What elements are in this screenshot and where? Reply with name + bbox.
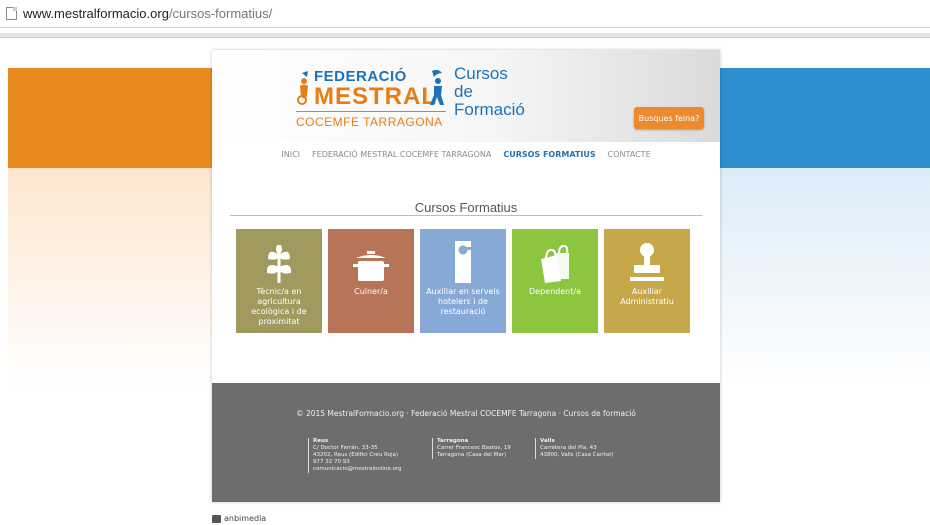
course-tile-hotelers[interactable]: Auxiliar en serveis hotelers i de restau… xyxy=(420,229,506,333)
orange-band-fade xyxy=(8,168,213,388)
course-tile-cuiner[interactable]: Cuiner/a xyxy=(328,229,414,333)
course-tile-dependent[interactable]: Dependent/a xyxy=(512,229,598,333)
course-label: Tècnic/a en agricultura ecològica i de p… xyxy=(251,287,307,326)
blue-band xyxy=(720,68,930,168)
logo[interactable]: FEDERACIÓ MESTRAL COCEMFE TARRAGONA Curs… xyxy=(294,63,525,133)
main-nav: INICI FEDERACIÓ MESTRAL COCEMFE TARRAGON… xyxy=(212,150,720,164)
course-label: Auxiliar en serveis hotelers i de restau… xyxy=(426,287,500,316)
site-footer: © 2015 MestralFormacio.org · Federació M… xyxy=(212,383,720,502)
office-line: C/ Doctor Ferrán, 33-35 xyxy=(313,445,378,451)
url-path: /cursos-formatius/ xyxy=(168,6,273,21)
section-divider xyxy=(230,215,702,216)
door-hanger-icon xyxy=(455,241,471,283)
course-grid: Tècnic/a en agricultura ecològica i de p… xyxy=(236,229,706,333)
site-header: FEDERACIÓ MESTRAL COCEMFE TARRAGONA Curs… xyxy=(212,50,720,142)
cursos-heading: Cursos de Formació xyxy=(454,65,525,119)
cursos-line2: de Formació xyxy=(454,82,525,119)
course-tile-agricultura[interactable]: Tècnic/a en agricultura ecològica i de p… xyxy=(236,229,322,333)
office-line: Carrer Francesc Bastos, 19 xyxy=(437,445,511,451)
anbimedia-logo-icon xyxy=(212,514,221,523)
orange-band xyxy=(8,68,213,168)
browser-toolbar-strip xyxy=(0,33,930,38)
jobs-button[interactable]: Busques feina? xyxy=(634,107,704,129)
course-label: Dependent/a xyxy=(529,287,581,296)
blue-band-fade xyxy=(720,168,930,388)
stamp-icon xyxy=(630,243,664,281)
office-city: Valls xyxy=(540,438,555,444)
cooking-pot-icon xyxy=(353,251,389,281)
address-bar[interactable]: www.mestralformacio.org/cursos-formatius… xyxy=(0,0,930,28)
person-figure-icon xyxy=(297,71,308,105)
plant-icon xyxy=(266,245,292,283)
credit-text: anbimedia xyxy=(224,514,267,523)
shopping-bag-icon xyxy=(541,245,569,283)
page-icon xyxy=(6,7,17,20)
office-email[interactable]: comunicacio@mestralonline.org xyxy=(313,466,402,473)
office-phone: 977 32 70 93 xyxy=(313,459,350,465)
footer-copyright: © 2015 MestralFormacio.org · Federació M… xyxy=(296,409,636,418)
site-container: FEDERACIÓ MESTRAL COCEMFE TARRAGONA Curs… xyxy=(212,50,720,502)
office-city: Tarragona xyxy=(437,438,469,444)
section-title: Cursos Formatius xyxy=(414,200,518,215)
nav-item-inici[interactable]: INICI xyxy=(281,150,300,164)
cursos-line1: Cursos xyxy=(454,64,508,83)
office-tarragona: Tarragona Carrer Francesc Bastos, 19 Tar… xyxy=(432,438,511,459)
logo-cocemfe: COCEMFE TARRAGONA xyxy=(296,111,446,129)
url-text[interactable]: www.mestralformacio.org/cursos-formatius… xyxy=(23,6,272,21)
walking-figure-icon xyxy=(430,69,444,105)
office-line: 43202, Reus (Edifici Creu Roja) xyxy=(313,452,399,458)
credit[interactable]: anbimedia xyxy=(212,514,266,523)
course-tile-administratiu[interactable]: Auxiliar Administratiu xyxy=(604,229,690,333)
course-label: Cuiner/a xyxy=(354,287,388,296)
office-line: 43800, Valls (Casa Caritat) xyxy=(540,452,614,458)
nav-item-federacio[interactable]: FEDERACIÓ MESTRAL COCEMFE TARRAGONA xyxy=(312,150,491,164)
office-line: Tarragona (Casa del Mar) xyxy=(437,452,507,458)
office-reus: Reus C/ Doctor Ferrán, 33-35 43202, Reus… xyxy=(308,438,402,473)
office-valls: Valls Carretera del Pla, 43 43800, Valls… xyxy=(535,438,614,459)
nav-item-contacte[interactable]: CONTACTE xyxy=(608,150,651,164)
office-city: Reus xyxy=(313,438,329,444)
logo-mestral: MESTRAL xyxy=(314,83,437,110)
nav-item-cursos[interactable]: CURSOS FORMATIUS xyxy=(503,150,595,164)
course-label: Auxiliar Administratiu xyxy=(620,287,674,306)
office-line: Carretera del Pla, 43 xyxy=(540,445,597,451)
url-domain: www.mestralformacio.org xyxy=(23,6,169,21)
